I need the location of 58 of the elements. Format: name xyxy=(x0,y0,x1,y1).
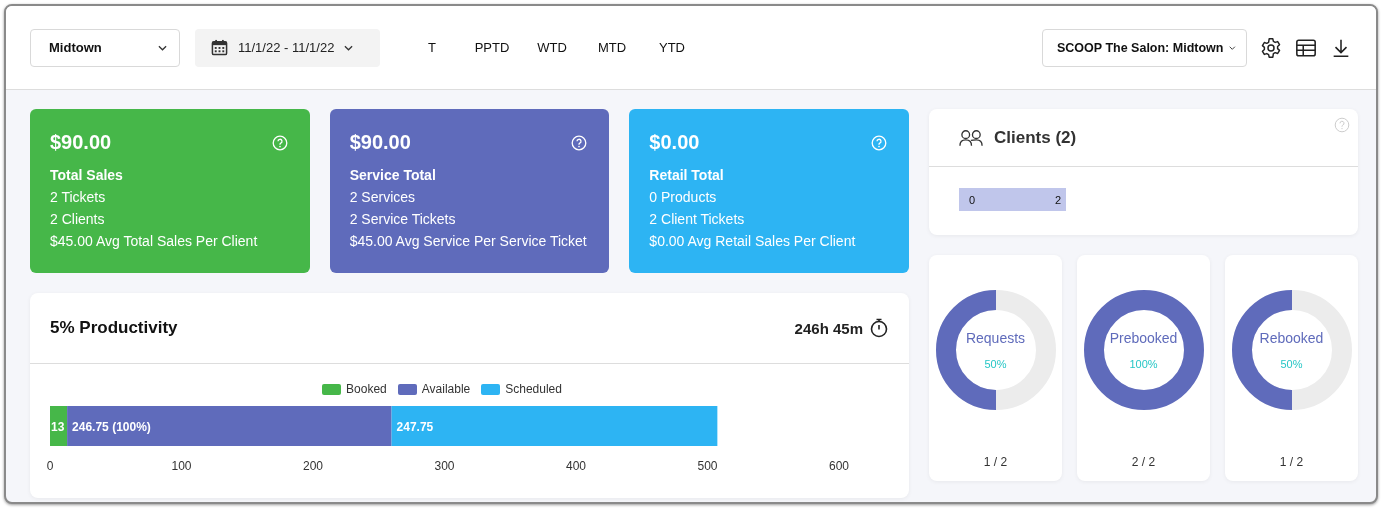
bar-start-label: 0 xyxy=(969,193,976,206)
legend-label: Booked xyxy=(346,382,387,396)
bar-value-label: 13 xyxy=(51,419,65,434)
stat-detail: 2 Tickets xyxy=(50,188,107,207)
settings-icon[interactable] xyxy=(1260,36,1282,59)
axis-tick-label: 0 xyxy=(46,459,54,473)
stat-detail: 2 Client Tickets xyxy=(649,210,746,229)
card-title: 5% Productivity xyxy=(50,318,179,338)
stopwatch-icon xyxy=(869,318,889,338)
bar-value-label: 247.75 xyxy=(396,419,434,434)
stat-detail: 2 Clients xyxy=(50,210,106,229)
stat-detail: $0.00 Avg Retail Sales Per Client xyxy=(649,232,857,251)
stat-value: $90.00 xyxy=(50,131,112,154)
donut-count: 1 / 2 xyxy=(1279,455,1304,469)
stat-detail: $45.00 Avg Total Sales Per Client xyxy=(50,232,259,251)
calendar-icon xyxy=(211,39,228,56)
period-tab[interactable]: MTD xyxy=(582,36,642,59)
donut-count: 2 / 2 xyxy=(1131,455,1156,469)
stat-detail: 2 Service Tickets xyxy=(349,210,457,229)
period-tab[interactable]: YTD xyxy=(642,36,702,59)
period-tab[interactable]: WTD xyxy=(522,36,582,59)
donut-percent: 50% xyxy=(1280,358,1303,370)
donut-count: 1 / 2 xyxy=(983,455,1008,469)
people-icon xyxy=(959,128,984,147)
stat-title: Service Total xyxy=(349,166,437,185)
date-range-button[interactable]: 11/1/22 - 11/1/22 xyxy=(195,28,380,67)
stat-value: $0.00 xyxy=(649,131,700,154)
axis-tick-label: 200 xyxy=(303,459,323,473)
stat-detail: 0 Products xyxy=(649,188,718,207)
stat-detail: 2 Services xyxy=(349,188,417,207)
legend-label: Available xyxy=(421,382,471,396)
duration-text: 246h 45m xyxy=(794,319,863,337)
donut-percent: 50% xyxy=(984,358,1007,370)
table-icon[interactable] xyxy=(1295,36,1317,59)
legend-label: Scheduled xyxy=(505,382,562,396)
donut-label: Requests xyxy=(965,330,1026,346)
axis-tick-label: 300 xyxy=(434,459,455,473)
card-title: Clients (2) xyxy=(994,127,1077,148)
stat-detail: $45.00 Avg Service Per Service Ticket xyxy=(349,232,588,251)
chevron-down-icon xyxy=(1229,44,1236,51)
chevron-down-icon xyxy=(344,44,354,51)
axis-tick-label: 100 xyxy=(171,459,192,473)
stat-title: Retail Total xyxy=(649,166,725,185)
period-tab[interactable]: PPTD xyxy=(462,36,522,59)
chevron-down-icon xyxy=(158,44,167,51)
location-select[interactable]: Midtown xyxy=(30,28,180,67)
donut-percent: 100% xyxy=(1129,358,1158,370)
bar-end-label: 2 xyxy=(1054,193,1061,206)
axis-tick-label: 500 xyxy=(697,459,718,473)
stat-title: Total Sales xyxy=(50,166,124,185)
salon-select[interactable]: SCOOP The Salon: Midtown xyxy=(1042,28,1247,67)
donut-label: Prebooked xyxy=(1109,330,1178,346)
period-tab[interactable]: T xyxy=(402,36,462,59)
stat-value: $90.00 xyxy=(349,131,411,154)
axis-tick-label: 600 xyxy=(829,459,849,473)
axis-tick-label: 400 xyxy=(566,459,586,473)
bar-value-label: 246.75 (100%) xyxy=(72,419,151,434)
donut-label: Rebooked xyxy=(1259,330,1324,346)
